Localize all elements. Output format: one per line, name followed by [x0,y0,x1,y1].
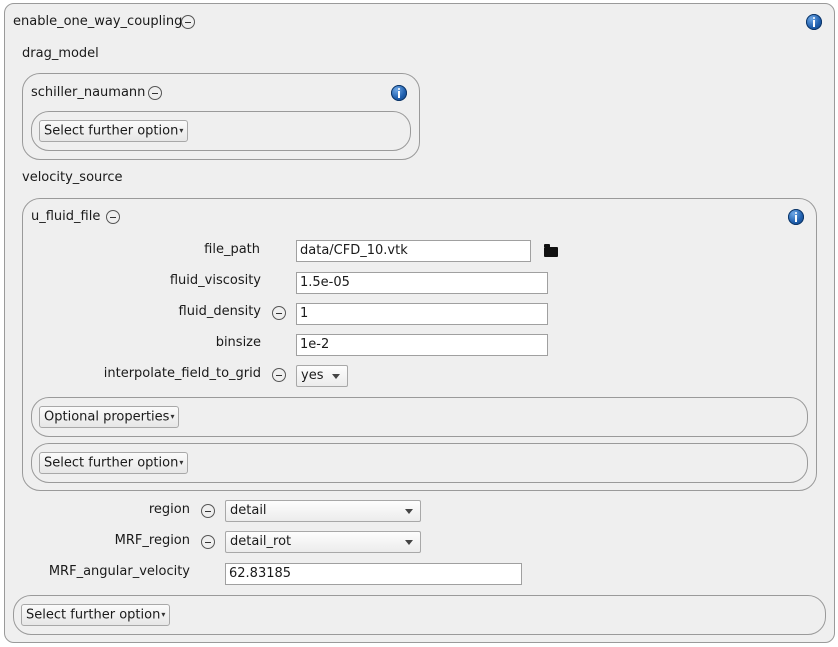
remove-interpolate-field-to-grid-icon[interactable] [272,368,286,382]
chevron-down-icon: ▾ [170,412,175,421]
u-fluid-file-title: u_fluid_file [31,209,101,224]
chevron-down-icon: ▾ [161,610,166,619]
optional-properties-button[interactable]: Optional properties▾ [39,406,180,428]
select-value: detail [230,503,267,518]
enable-one-way-coupling-title: enable_one_way_coupling [13,14,183,29]
interpolate-field-to-grid-label: interpolate_field_to_grid [103,366,261,381]
folder-icon[interactable] [544,244,558,257]
mrf-angular-velocity-field[interactable]: 62.83185 [225,563,522,585]
binsize-label: binsize [215,335,261,350]
remove-mrf-region-icon[interactable] [201,535,215,549]
mrf-angular-velocity-label: MRF_angular_velocity [48,564,190,579]
info-icon[interactable] [806,14,822,30]
region-label: region [148,502,190,517]
drag-model-select-further-option-button[interactable]: Select further option▾ [39,120,189,142]
chevron-down-icon: ▾ [179,126,184,135]
button-label: Select further option [44,123,179,139]
button-label: Optional properties [44,409,170,425]
binsize-field[interactable]: 1e-2 [296,334,548,356]
schiller-naumann-title: schiller_naumann [31,85,146,100]
remove-u-fluid-file-icon[interactable] [106,210,120,224]
chevron-down-icon [405,509,413,514]
chevron-down-icon: ▾ [179,458,184,467]
fluid-density-label: fluid_density [178,304,261,319]
file-path-label: file_path [204,242,260,257]
region-select[interactable]: detail [225,500,421,522]
remove-enable-one-way-coupling-icon[interactable] [181,15,195,29]
mrf-region-select[interactable]: detail_rot [225,531,421,553]
select-value: yes [301,368,324,383]
interpolate-field-to-grid-select[interactable]: yes [296,365,348,387]
remove-region-icon[interactable] [201,504,215,518]
fluid-density-field[interactable]: 1 [296,303,548,325]
root-select-further-option-button[interactable]: Select further option▾ [21,604,171,626]
fluid-viscosity-field[interactable]: 1.5e-05 [296,272,548,294]
u-fluid-file-select-further-option-button[interactable]: Select further option▾ [39,452,189,474]
fluid-viscosity-label: fluid_viscosity [169,273,261,288]
button-label: Select further option [26,607,161,623]
info-icon[interactable] [788,209,804,225]
remove-fluid-density-icon[interactable] [272,306,286,320]
drag-model-heading: drag_model [22,46,99,61]
button-label: Select further option [44,455,179,471]
chevron-down-icon [332,374,340,379]
mrf-region-label: MRF_region [114,533,190,548]
velocity-source-heading: velocity_source [22,170,123,185]
file-path-field[interactable]: data/CFD_10.vtk [296,240,531,262]
chevron-down-icon [405,540,413,545]
select-value: detail_rot [230,534,292,549]
info-icon[interactable] [391,85,407,101]
remove-schiller-naumann-icon[interactable] [148,86,162,100]
